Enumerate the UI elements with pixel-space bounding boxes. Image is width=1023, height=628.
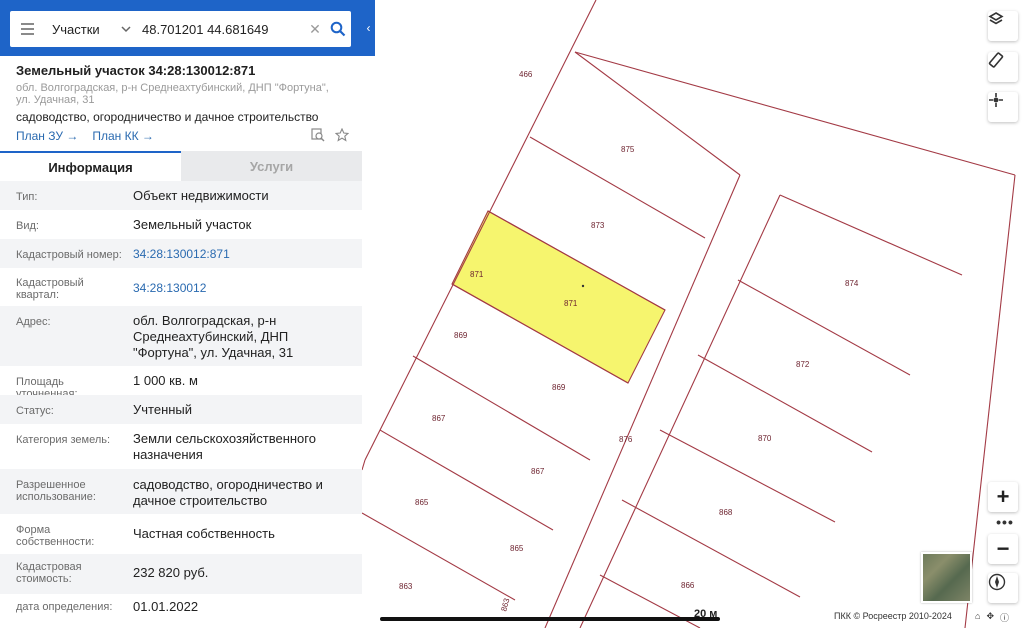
info-value: 1 000 кв. м — [133, 373, 198, 388]
info-value: Объект недвижимости — [133, 188, 269, 203]
parcel-label: 870 — [758, 434, 772, 443]
locate-icon[interactable]: ✥ — [986, 611, 994, 624]
search-bar: Участки 48.701201 44.681649 ✕ — [0, 0, 362, 56]
info-value: Учтенный — [133, 402, 193, 417]
info-label: Адрес: — [16, 316, 51, 328]
home-icon[interactable]: ⌂ — [975, 611, 980, 624]
star-icon[interactable] — [335, 128, 349, 142]
chevron-down-icon[interactable] — [118, 21, 134, 37]
info-label: Вид: — [16, 220, 39, 232]
parcel-label: 867 — [531, 467, 545, 476]
parcel-label: 466 — [519, 70, 533, 79]
clear-icon[interactable]: ✕ — [305, 21, 325, 38]
search-category-select[interactable]: Участки — [52, 22, 118, 37]
plan-kk-link[interactable]: План КК → — [92, 129, 154, 143]
scale-bar — [380, 608, 720, 621]
tab-bar: Информация Услуги — [0, 151, 362, 181]
ruler-button[interactable] — [988, 52, 1018, 82]
info-row-type: Тип: Объект недвижимости — [0, 181, 362, 210]
info-row-ownership: Форма собственности: Частная собственнос… — [0, 514, 362, 554]
parcel-label: 876 — [619, 435, 633, 444]
info-label: Кадастровый квартал: — [16, 277, 84, 301]
info-value: обл. Волгоградская, р-н Среднеахтубински… — [133, 313, 294, 360]
ruler-icon — [988, 52, 1004, 68]
parcel-label: 863 — [399, 582, 413, 591]
info-value: Земли сельскохозяйственного назначения — [133, 431, 316, 462]
info-label: Разрешенное использование: — [16, 479, 96, 503]
page-title: Земельный участок 34:28:130012:871 — [16, 63, 256, 78]
layers-icon — [988, 12, 1004, 25]
parcel-label: 866 — [681, 581, 695, 590]
plan-links: План ЗУ → План КК → — [16, 129, 154, 143]
parcel-label: 869 — [552, 383, 566, 392]
info-row-cadastral-value: Кадастровая стоимость: 232 820 руб. — [0, 554, 362, 594]
cadastral-number-link[interactable]: 34:28:130012:871 — [133, 246, 348, 262]
copyright-text: ПКК © Росреестр 2010-2024 — [834, 611, 952, 621]
crosshair-icon — [989, 93, 1003, 107]
parcel-label: 874 — [845, 279, 859, 288]
info-label: Кадастровый номер: — [16, 249, 122, 261]
tab-services[interactable]: Услуги — [181, 151, 362, 181]
info-label: Форма собственности: — [16, 524, 95, 548]
parcel-label: 867 — [432, 414, 446, 423]
info-label: Тип: — [16, 191, 38, 203]
parcel-label: 875 — [621, 145, 635, 154]
info-row-address: Адрес: обл. Волгоградская, р-н Среднеахт… — [0, 306, 362, 366]
zoom-more[interactable]: ••• — [990, 514, 1020, 530]
tab-info[interactable]: Информация — [0, 151, 181, 181]
info-label: Кадастровая стоимость: — [16, 561, 82, 585]
menu-icon[interactable] — [10, 11, 44, 47]
search-box: Участки 48.701201 44.681649 ✕ — [10, 11, 351, 47]
compass-icon — [988, 573, 1006, 591]
parcel-label: 871 — [564, 299, 578, 308]
parcel-label: 872 — [796, 360, 810, 369]
info-row-area: Площадь уточненная: 1 000 кв. м — [0, 366, 362, 400]
info-panel: Участки 48.701201 44.681649 ✕ Земельный … — [0, 0, 362, 628]
search-plan-icon[interactable] — [311, 128, 325, 142]
parcel-label: 873 — [591, 221, 605, 230]
info-row-cadastral-number: Кадастровый номер: 34:28:130012:871 — [0, 239, 362, 268]
parcel-label: 865 — [415, 498, 429, 507]
locate-button[interactable] — [988, 92, 1018, 122]
info-row-land-category: Категория земель: Земли сельскохозяйстве… — [0, 424, 362, 469]
basemap-switcher-thumbnail[interactable] — [921, 552, 972, 603]
selected-parcel — [451, 210, 666, 384]
parcel-label: 868 — [719, 508, 733, 517]
layers-button[interactable] — [988, 11, 1018, 41]
info-label: дата определения: — [16, 601, 113, 613]
info-value: Частная собственность — [133, 526, 275, 541]
info-row-valuation-date: дата определения: 01.01.2022 — [0, 594, 362, 628]
search-input[interactable]: 48.701201 44.681649 — [142, 22, 305, 37]
info-label: Категория земель: — [16, 434, 111, 446]
info-row-status: Статус: Учтенный — [0, 395, 362, 424]
parcel-label: 865 — [510, 544, 524, 553]
address-subtitle: обл. Волгоградская, р-н Среднеахтубински… — [16, 82, 329, 106]
collapse-panel-icon[interactable]: ‹ — [362, 0, 375, 56]
info-value: Земельный участок — [133, 217, 252, 232]
zoom-in-button[interactable]: + — [988, 482, 1018, 512]
scale-label: 20 м — [694, 608, 718, 620]
zoom-out-button[interactable]: − — [988, 534, 1018, 564]
info-value: садоводство, огородничество и дачное стр… — [133, 477, 323, 508]
title-actions — [311, 128, 349, 142]
info-value: 01.01.2022 — [133, 599, 199, 614]
info-icon[interactable]: ⓘ — [1000, 611, 1009, 624]
compass-button[interactable] — [988, 573, 1018, 603]
usage-text: садоводство, огородничество и дачное стр… — [16, 110, 319, 124]
info-value: 232 820 руб. — [133, 565, 209, 580]
parcel-label: 871 — [470, 270, 484, 279]
plan-zu-link[interactable]: План ЗУ → — [16, 129, 78, 143]
info-row-kind: Вид: Земельный участок — [0, 210, 362, 239]
cadastral-quarter-link[interactable]: 34:28:130012 — [133, 280, 348, 296]
parcel-label: 869 — [454, 331, 468, 340]
location-dot — [581, 284, 585, 288]
info-row-quarter: Кадастровый квартал: 34:28:130012 — [0, 268, 362, 306]
bottom-icons: ⌂ ✥ ⓘ — [975, 611, 1009, 624]
info-row-permitted-use: Разрешенное использование: садоводство, … — [0, 469, 362, 514]
search-icon — [330, 21, 346, 37]
search-button[interactable] — [325, 11, 351, 47]
info-label: Статус: — [16, 405, 54, 417]
